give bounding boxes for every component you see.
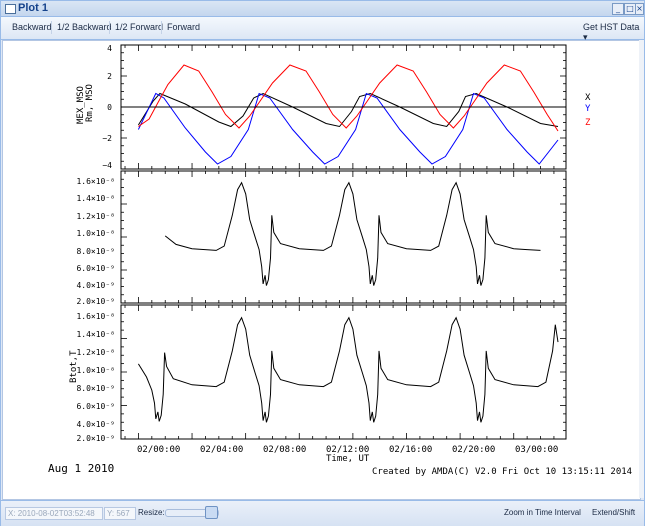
extend-shift-button[interactable]: Extend/Shift [592, 508, 635, 517]
panel1-ytick: 0 [107, 103, 112, 112]
window-title: Plot 1 [18, 2, 48, 14]
panel1-ytick: 2 [107, 72, 112, 81]
panel2-ytick: 1.2×10⁻⁸ [76, 212, 115, 221]
panel3-ytick: 8.0×10⁻⁹ [76, 384, 115, 393]
panel2-ytick: 2.0×10⁻⁹ [76, 297, 115, 306]
plot-window: Plot 1 _ □ × Backward 1/2 Backward 1/2 F… [0, 0, 645, 526]
plot-toolbar: Backward 1/2 Backward 1/2 Forward Forwar… [1, 17, 644, 42]
panel2-ytick: 8.0×10⁻⁹ [76, 247, 115, 256]
plot-area[interactable]: MEX_MSO Rm, MSO 4 2 0 −2 −4 X Y Z 1.6×10… [2, 40, 641, 500]
panel3-ytick: 4.0×10⁻⁹ [76, 420, 115, 429]
panel3-ytick: 1.0×10⁻⁸ [76, 366, 115, 375]
toolbar-separator [51, 21, 52, 34]
x-tick-label: 03/00:00 [515, 445, 558, 455]
panel1-series-x [137, 92, 559, 128]
panel3-series-line [137, 316, 559, 423]
resize-label: Resize: [138, 508, 165, 517]
forward-button[interactable]: Forward [167, 22, 200, 32]
panel1-series-z [138, 64, 559, 132]
toolbar-separator [161, 21, 162, 34]
x-tick-label: 02/08:00 [263, 445, 306, 455]
panel3-ytick: 2.0×10⁻⁹ [76, 434, 115, 443]
plot-date: Aug 1 2010 [48, 462, 114, 475]
close-icon[interactable]: × [635, 3, 644, 15]
status-bar: X: 2010-08-02T03:52:48 Y: 567 Resize: Zo… [1, 500, 644, 526]
legend-z: Z [585, 118, 591, 128]
x-tick-label: 02/16:00 [389, 445, 432, 455]
panel1-ylabel-line2: Rm, MSO [85, 84, 95, 122]
x-axis-label: Time, UT [326, 454, 370, 464]
series-lines [121, 64, 566, 423]
half-forward-button[interactable]: 1/2 Forward [115, 22, 163, 32]
panel3-ytick: 6.0×10⁻⁹ [76, 402, 115, 411]
panel3-ytick: 1.6×10⁻⁸ [76, 312, 115, 321]
panel3-ytick: 1.4×10⁻⁸ [76, 330, 115, 339]
toolbar-separator [109, 21, 110, 34]
panel2-ytick: 1.0×10⁻⁸ [76, 229, 115, 238]
panel1-ytick: −4 [102, 161, 112, 170]
minimize-icon[interactable]: _ [612, 3, 624, 15]
panel2-ytick: 1.4×10⁻⁸ [76, 194, 115, 203]
plot-scrollbar[interactable] [639, 40, 644, 498]
x-tick-label: 02/04:00 [200, 445, 243, 455]
panel1-ytick: 4 [107, 44, 112, 53]
panel2-ytick: 4.0×10⁻⁹ [76, 281, 115, 290]
panel2-ytick: 6.0×10⁻⁹ [76, 264, 115, 273]
y-coordinate-field: Y: 567 [104, 507, 136, 520]
panel2-series-line [164, 181, 541, 286]
panel1-ytick: −2 [102, 134, 112, 143]
window-titlebar[interactable]: Plot 1 _ □ × [1, 1, 644, 17]
panel2-frame [120, 170, 567, 304]
x-tick-label: 02/20:00 [452, 445, 495, 455]
legend-y: Y [585, 104, 591, 114]
resize-slider-thumb[interactable] [205, 506, 218, 519]
plot-credits: Created by AMDA(C) V2.0 Fri Oct 10 13:15… [372, 467, 632, 477]
panel3-ytick: 1.2×10⁻⁸ [76, 348, 115, 357]
x-tick-label: 02/00:00 [137, 445, 180, 455]
zoom-time-interval-button[interactable]: Zoom in Time Interval [504, 508, 581, 517]
panel3-frame [120, 304, 567, 440]
backward-button[interactable]: Backward [12, 22, 52, 32]
panel1-series-y [137, 92, 559, 165]
half-backward-button[interactable]: 1/2 Backward [57, 22, 112, 32]
plot-window-icon [5, 4, 16, 14]
panel2-ytick: 1.6×10⁻⁸ [76, 177, 115, 186]
amda-plot: MEX_MSO Rm, MSO 4 2 0 −2 −4 X Y Z 1.6×10… [48, 44, 632, 477]
x-coordinate-field: X: 2010-08-02T03:52:48 [5, 507, 103, 520]
legend-x: X [585, 93, 591, 103]
